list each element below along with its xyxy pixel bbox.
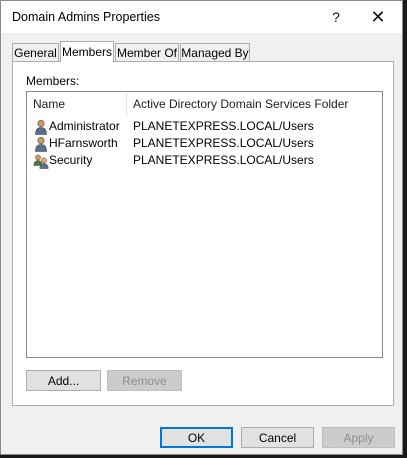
member-name: Administrator [49,119,120,133]
help-button[interactable]: ? [314,1,358,33]
ok-button[interactable]: OK [160,427,233,448]
title-bar[interactable]: Domain Admins Properties ? ✕ [1,1,402,33]
close-button[interactable]: ✕ [356,1,400,33]
column-separator[interactable] [126,92,127,116]
tab-general[interactable]: General [12,43,59,61]
list-item[interactable]: HFarnsworth PLANETEXPRESS.LOCAL/Users [27,135,382,152]
members-label: Members: [26,74,80,88]
tab-members[interactable]: Members [60,41,114,62]
add-button[interactable]: Add... [26,370,101,391]
user-icon [35,136,47,152]
member-name: Security [49,153,93,167]
tab-managed-by[interactable]: Managed By [180,43,250,61]
group-icon [33,154,49,169]
apply-button[interactable]: Apply [322,427,395,448]
close-icon: ✕ [370,6,386,27]
list-item[interactable]: Administrator PLANETEXPRESS.LOCAL/Users [27,118,382,135]
window-title: Domain Admins Properties [12,10,160,24]
list-item[interactable]: Security PLANETEXPRESS.LOCAL/Users [27,152,382,169]
tab-member-of[interactable]: Member Of [115,43,179,61]
member-name: HFarnsworth [49,136,118,150]
remove-button[interactable]: Remove [107,370,182,391]
members-list[interactable]: Name Active Directory Domain Services Fo… [26,91,383,358]
properties-dialog: Domain Admins Properties ? ✕ General Mem… [0,0,403,455]
column-header-name[interactable]: Name [33,97,65,111]
help-icon: ? [332,9,340,25]
column-header-folder[interactable]: Active Directory Domain Services Folder [133,97,348,111]
members-panel: Members: Name Active Directory Domain Se… [12,61,394,406]
user-icon [35,119,47,135]
member-folder: PLANETEXPRESS.LOCAL/Users [133,153,314,167]
member-folder: PLANETEXPRESS.LOCAL/Users [133,136,314,150]
cancel-button[interactable]: Cancel [241,427,314,448]
member-folder: PLANETEXPRESS.LOCAL/Users [133,119,314,133]
